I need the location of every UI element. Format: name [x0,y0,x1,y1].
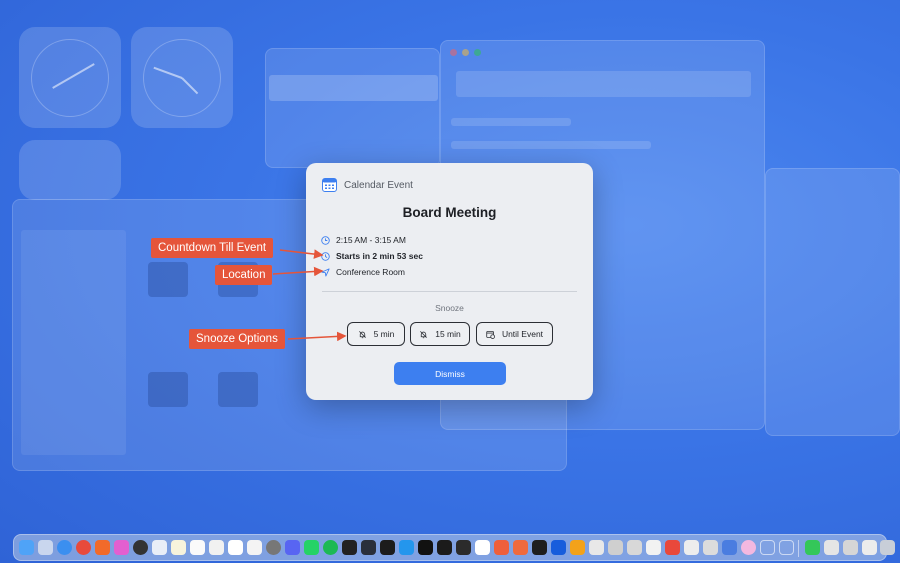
app-icon[interactable] [703,540,718,555]
dialog-header: Calendar Event [322,178,413,192]
bell-slash-icon [420,330,428,338]
clock-widget [19,27,121,128]
app-icon[interactable] [418,540,433,555]
dock [13,534,895,561]
app-icon[interactable] [862,540,877,555]
vlc-icon[interactable] [570,540,585,555]
facetime-icon[interactable] [805,540,820,555]
background-window-right [765,168,900,436]
file-thumbnail [148,262,188,297]
event-time-row: 2:15 AM - 3:15 AM [321,235,406,245]
dialog-divider [322,291,577,292]
app-banner [269,75,438,101]
calendar-clock-icon [486,330,495,339]
app-icon[interactable] [380,540,395,555]
close-dot [450,49,457,56]
timer-icon [321,251,330,261]
finder-icon[interactable] [19,540,34,555]
event-title: Board Meeting [402,205,497,220]
file-thumbnail [218,372,258,407]
app-icon[interactable] [824,540,839,555]
snooze-option-label: Until Event [501,329,544,339]
safari-icon[interactable] [57,540,72,555]
clock-icon [321,235,330,245]
settings-checkbox-row [451,141,651,149]
figma-icon[interactable] [532,540,547,555]
dialog-app-name: Calendar Event [344,179,413,191]
snooze-label: Snooze [435,303,464,313]
terminal-icon[interactable] [342,540,357,555]
app-icon[interactable] [627,540,642,555]
mail-icon[interactable] [152,540,167,555]
brave-icon[interactable] [95,540,110,555]
app-icon[interactable] [209,540,224,555]
file-thumbnail [148,372,188,407]
bitwarden-icon[interactable] [551,540,566,555]
settings-heading [451,118,571,126]
chatgpt-icon[interactable] [646,540,661,555]
finder-sidebar [21,230,126,455]
app-icon[interactable] [513,540,528,555]
calendar-icon [322,178,337,192]
whatsapp-icon[interactable] [304,540,319,555]
callout-location: Location [215,265,273,285]
app-icon[interactable] [361,540,376,555]
app-icon[interactable] [843,540,858,555]
notes-icon[interactable] [171,540,186,555]
launchpad-icon[interactable] [38,540,53,555]
chrome-icon[interactable] [76,540,91,555]
event-time-range: 2:15 AM - 3:15 AM [336,235,406,245]
event-countdown-row: Starts in 2 min 53 sec [321,251,423,261]
trash-icon[interactable] [880,540,895,555]
background-window-app [265,48,440,168]
clock-widget [131,27,233,128]
snooze-until-event-button[interactable]: Until Event [476,322,553,346]
dismiss-button[interactable]: Dismiss [394,362,506,385]
calendar-icon[interactable] [247,540,262,555]
help-icon[interactable] [779,540,794,555]
calendar-widget [19,140,121,200]
minimize-dot [462,49,469,56]
callout-countdown: Countdown Till Event [151,238,274,258]
settings-toolbar [456,71,751,97]
snooze-option-label: 15 min [435,329,461,339]
app-icon[interactable] [608,540,623,555]
app-icon[interactable] [665,540,680,555]
app-icon[interactable] [437,540,452,555]
app-icon[interactable] [589,540,604,555]
bell-slash-icon [358,330,366,338]
app-icon[interactable] [456,540,471,555]
app-icon[interactable] [741,540,756,555]
dock-separator [798,540,799,557]
mongodb-icon[interactable] [475,540,490,555]
event-countdown: Starts in 2 min 53 sec [336,251,423,261]
spotify-icon[interactable] [323,540,338,555]
app-icon[interactable] [684,540,699,555]
app-icon[interactable] [266,540,281,555]
event-location: Conference Room [336,267,405,277]
calendar-event-dialog: Calendar Event Board Meeting 2:15 AM - 3… [306,163,593,400]
app-icon[interactable] [722,540,737,555]
notion-icon[interactable] [190,540,205,555]
docker-icon[interactable] [399,540,414,555]
zoom-dot [474,49,481,56]
event-location-row: Conference Room [321,267,405,277]
app-icon[interactable] [494,540,509,555]
snooze-5-min-button[interactable]: 5 min [347,322,405,346]
calendar-icon[interactable] [228,540,243,555]
snooze-option-label: 5 min [373,329,395,339]
app-icon[interactable] [133,540,148,555]
location-arrow-icon [321,267,330,277]
help-icon[interactable] [760,540,775,555]
app-icon[interactable] [114,540,129,555]
discord-icon[interactable] [285,540,300,555]
snooze-15-min-button[interactable]: 15 min [410,322,470,346]
callout-snooze: Snooze Options [189,329,285,349]
